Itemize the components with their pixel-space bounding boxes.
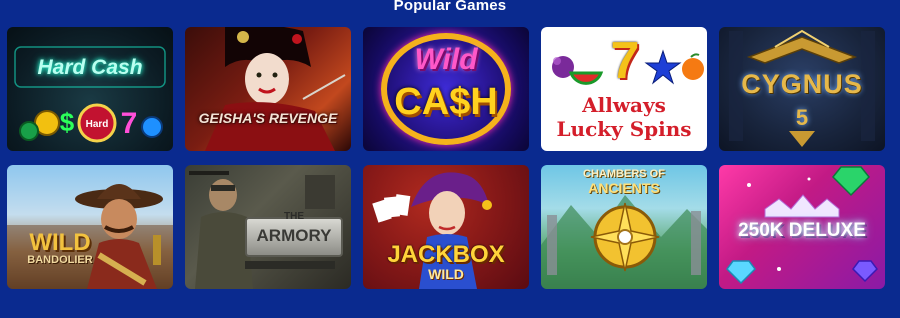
game-title-line2: ANCIENTS (588, 180, 660, 196)
svg-text:7: 7 (121, 107, 138, 140)
popular-games-grid: Hard $ 7 Hard Cash GEISHA'S REVENGE Wild… (7, 27, 887, 289)
game-tile-geishas-revenge[interactable]: GEISHA'S REVENGE (185, 27, 351, 151)
geisha-artwork (205, 27, 346, 151)
game-title-line2: ARMORY (256, 226, 332, 245)
game-tile-chambers-of-ancients[interactable]: CHAMBERS OF ANCIENTS (541, 165, 707, 289)
game-tile-allways-lucky-spins[interactable]: 7 Allways Lucky Spins (541, 27, 707, 151)
game-tile-the-armory[interactable]: THE ARMORY (185, 165, 351, 289)
game-title-line1: JACKBOX (387, 241, 505, 268)
svg-text:Hard: Hard (86, 119, 109, 130)
game-tile-wild-bandolier[interactable]: WILD BANDOLIER (7, 165, 173, 289)
section-title: Popular Games (393, 0, 507, 14)
hard-cash-artwork: Hard $ 7 (14, 46, 166, 143)
cowboy-artwork (7, 184, 173, 289)
game-title-line2: CA$H (394, 81, 498, 123)
golden-star-emblem (590, 202, 660, 272)
game-title-line1: CYGNUS (741, 69, 863, 99)
game-title-line2: Lucky Spins (556, 117, 692, 141)
game-title: 250K DELUXE (738, 220, 866, 241)
game-title-line1: Wild (414, 43, 478, 76)
game-title-line1: WILD (29, 229, 91, 256)
game-tile-hard-cash[interactable]: Hard $ 7 Hard Cash (7, 27, 173, 151)
game-title-line1: THE (284, 211, 304, 222)
game-tile-250k-deluxe[interactable]: 250K DELUXE (719, 165, 885, 289)
game-title: Hard Cash (37, 56, 143, 79)
game-title-line1: Allways (582, 93, 666, 117)
svg-text:$: $ (60, 107, 75, 137)
game-tile-cygnus-5[interactable]: CYGNUS 5 (719, 27, 885, 151)
lucky-seven-icon: 7 (610, 32, 640, 90)
game-title-line2: BANDOLIER (27, 254, 93, 266)
game-tile-wild-cash[interactable]: Wild CA$H (363, 27, 529, 151)
game-title-line1: CHAMBERS OF (583, 168, 665, 180)
game-title-line2: 5 (795, 105, 809, 130)
game-tile-jackbox-wild[interactable]: JACKBOX WILD (363, 165, 529, 289)
game-title-line2: WILD (428, 266, 464, 282)
game-title: GEISHA'S REVENGE (198, 110, 338, 126)
